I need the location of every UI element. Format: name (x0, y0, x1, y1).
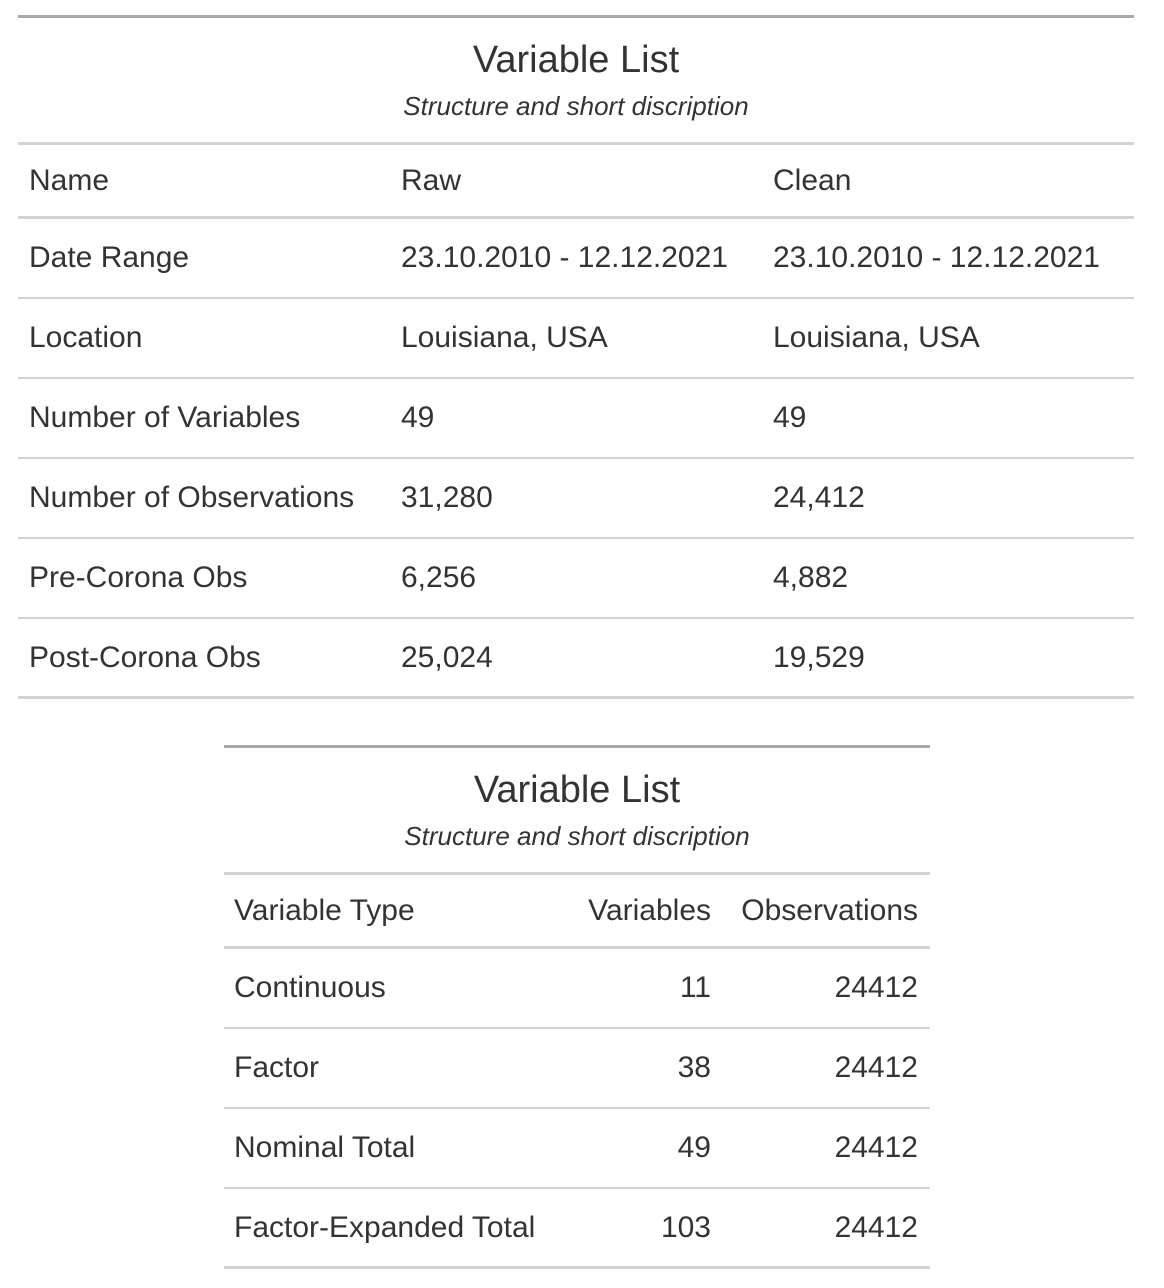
cell-name: Number of Observations (29, 481, 355, 514)
table-heading: Variable List Structure and short discri… (18, 18, 1134, 145)
cell-name: Number of Variables (29, 401, 301, 434)
cell-name: Date Range (29, 241, 190, 274)
variable-type-summary-table: Variable List Structure and short discri… (224, 745, 930, 1269)
column-header-raw: Raw (401, 163, 462, 197)
cell-variable-type: Factor (234, 1051, 320, 1084)
variable-list-table-raw-clean: Variable List Structure and short discri… (18, 15, 1134, 699)
column-header-row: Variable Type Variables Observations (224, 875, 930, 949)
table-heading: Variable List Structure and short discri… (224, 748, 930, 875)
table-title: Variable List (472, 39, 680, 81)
cell-variable-type: Continuous (234, 971, 386, 1004)
table-subtitle: Structure and short discription (404, 821, 750, 851)
cell-name: Location (29, 321, 143, 354)
cell-name: Post-Corona Obs (29, 640, 261, 674)
cell-observations: 24412 (834, 971, 918, 1004)
table-body: Date Range 23.10.2010 - 12.12.2021 23.10… (18, 219, 1134, 696)
cell-clean: Louisiana, USA (773, 321, 980, 354)
table-row: Date Range 23.10.2010 - 12.12.2021 23.10… (18, 219, 1134, 299)
column-header-clean: Clean (773, 163, 852, 197)
cell-clean: 23.10.2010 - 12.12.2021 (773, 241, 1100, 274)
table-row: Post-Corona Obs 25,024 19,529 (18, 619, 1134, 696)
cell-raw: 6,256 (401, 561, 477, 594)
table-body: Continuous 11 24412 Factor 38 24412 Nomi… (224, 949, 930, 1266)
table-row: Number of Variables 49 49 (18, 379, 1134, 459)
table-subtitle: Structure and short discription (403, 91, 749, 121)
column-header-variables: Variables (588, 893, 711, 927)
cell-raw: 25,024 (401, 640, 493, 674)
table-title: Variable List (473, 769, 681, 811)
table-row: Factor 38 24412 (224, 1029, 930, 1109)
cell-clean: 19,529 (773, 640, 865, 674)
cell-clean: 4,882 (773, 561, 849, 594)
table-row: Continuous 11 24412 (224, 949, 930, 1029)
column-header-name: Name (29, 163, 110, 197)
cell-variables: 38 (677, 1051, 711, 1084)
column-header-row: Name Raw Clean (18, 145, 1134, 219)
table-row: Pre-Corona Obs 6,256 4,882 (18, 539, 1134, 619)
cell-variables: 11 (679, 971, 711, 1004)
cell-variables: 49 (677, 1131, 711, 1164)
cell-observations: 24412 (834, 1051, 918, 1084)
cell-raw: 49 (401, 401, 435, 434)
cell-observations: 24412 (834, 1131, 918, 1164)
table-row: Location Louisiana, USA Louisiana, USA (18, 299, 1134, 379)
table-row: Nominal Total 49 24412 (224, 1109, 930, 1189)
cell-variable-type: Nominal Total (234, 1131, 416, 1164)
column-header-observations: Observations (741, 893, 918, 927)
table-row: Number of Observations 31,280 24,412 (18, 459, 1134, 539)
table-row: Factor-Expanded Total 103 24412 (224, 1189, 930, 1266)
cell-raw: 23.10.2010 - 12.12.2021 (401, 241, 728, 274)
cell-variables: 103 (660, 1210, 711, 1244)
cell-clean: 24,412 (773, 481, 865, 514)
cell-raw: Louisiana, USA (401, 321, 608, 354)
cell-name: Pre-Corona Obs (29, 561, 248, 594)
cell-clean: 49 (773, 401, 807, 434)
cell-observations: 24412 (834, 1210, 918, 1244)
cell-variable-type: Factor-Expanded Total (234, 1210, 536, 1244)
cell-raw: 31,280 (401, 481, 493, 514)
column-header-variable-type: Variable Type (234, 893, 415, 927)
